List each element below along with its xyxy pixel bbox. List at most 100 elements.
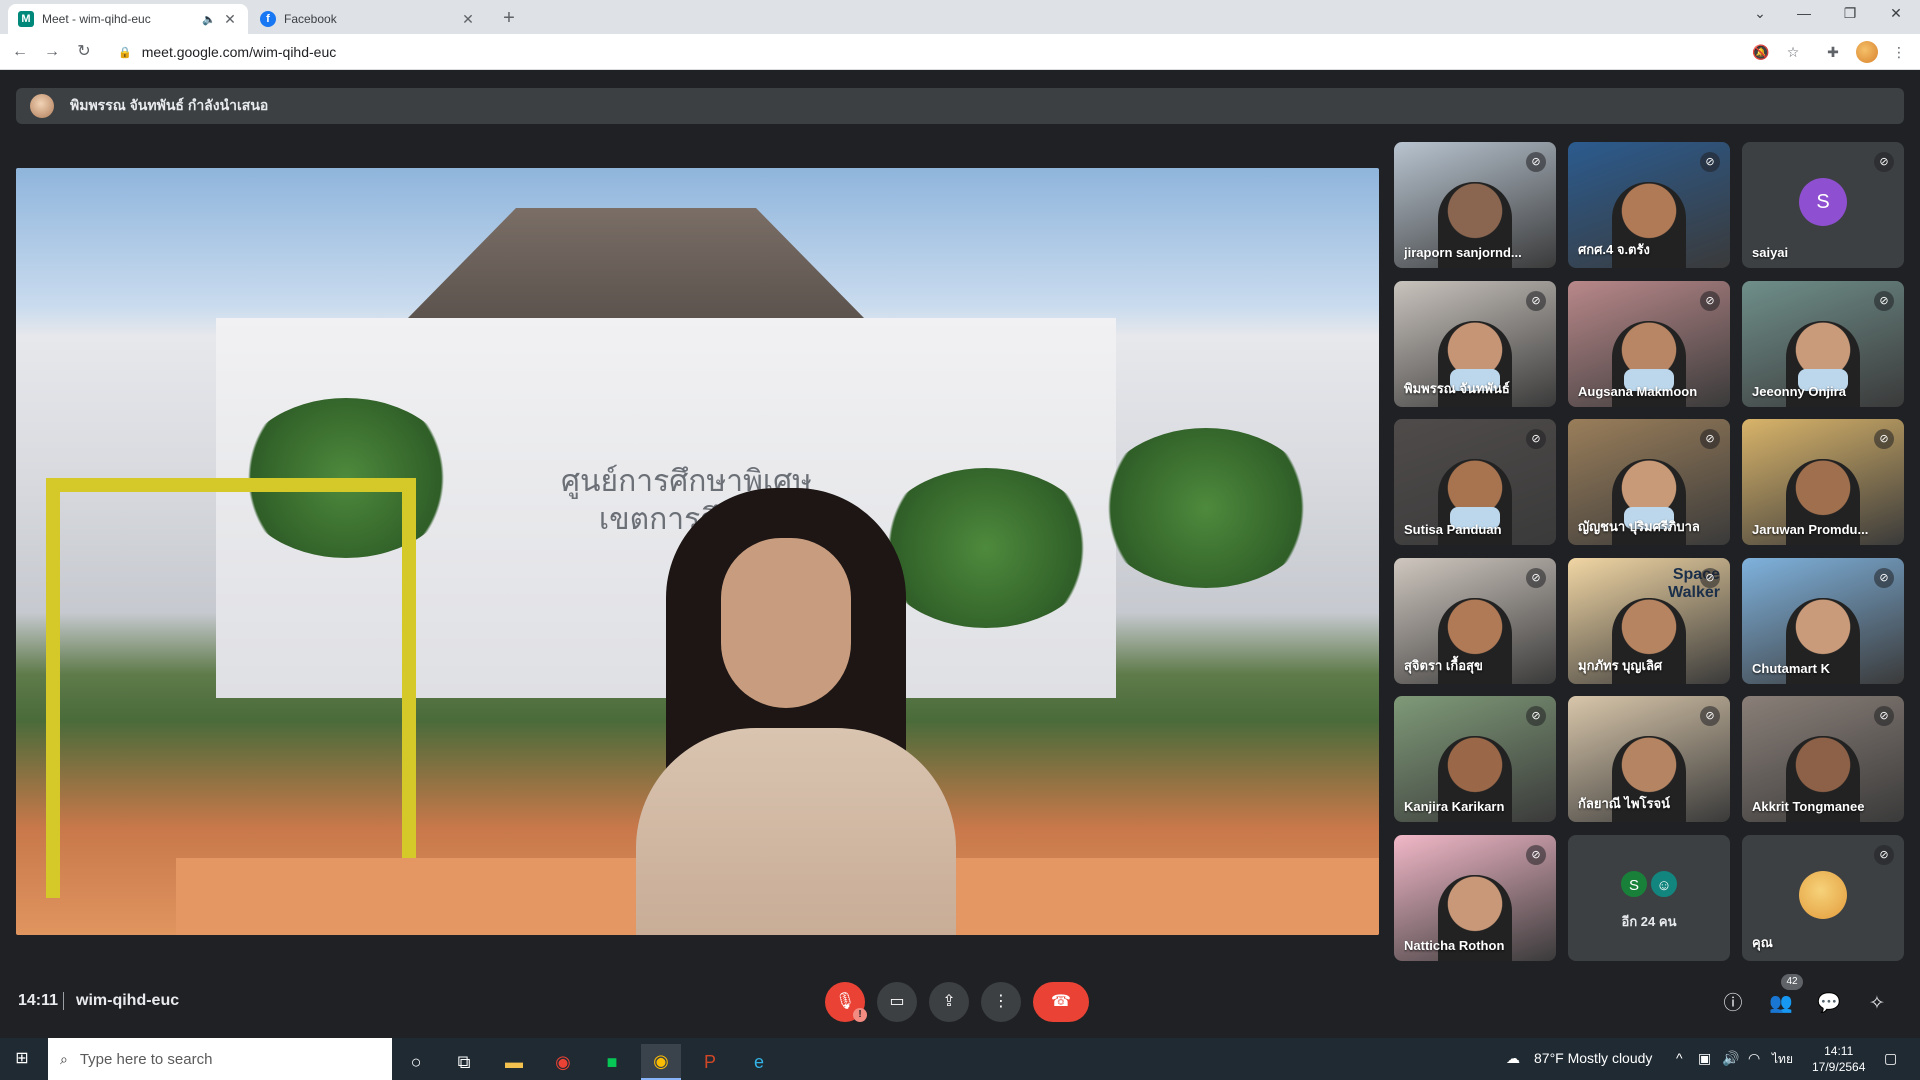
participant-tile[interactable]: ⊘ Sutisa Panduan [1394,419,1556,545]
powerpoint-icon[interactable]: P [690,1044,730,1080]
mic-off-icon: 🎙 [834,993,856,1010]
participant-name: Jaruwan Promdu... [1752,522,1869,537]
mic-toggle-button[interactable]: 🎙 ! [825,982,867,1022]
mic-off-icon: ⊘ [1874,291,1894,311]
participant-tile[interactable]: ⊘ Jeeonny Onjira [1742,281,1904,407]
url-text: meet.google.com/wim-qihd-euc [141,44,337,60]
participant-tile[interactable]: S ⊘ saiyai [1742,142,1904,268]
presenter-banner-text: พิมพรรณ จันทพันธ์ กำลังนำเสนอ [70,97,269,113]
notifications-icon[interactable]: ▢ [1884,1050,1897,1067]
camera-toggle-button[interactable]: ▭ [877,982,917,1022]
facebook-icon: f [260,11,276,27]
language-indicator[interactable]: ไทย [1772,1050,1793,1069]
chat-icon[interactable]: 💬 [1816,992,1842,1016]
menu-icon[interactable]: ⋮ [1888,42,1910,62]
chrome-active-icon[interactable]: ◉ [641,1044,681,1080]
more-options-button[interactable]: ⋮ [981,982,1021,1022]
participant-name: Sutisa Panduan [1404,522,1502,537]
participant-tile[interactable]: ⊘ jiraporn sanjornd... [1394,142,1556,268]
lock-icon[interactable]: 🔒 [118,46,132,59]
participant-name: Chutamart K [1752,661,1831,676]
close-window-button[interactable]: ✕ [1882,5,1910,22]
tab-facebook[interactable]: f Facebook ✕ [250,4,486,34]
mic-off-icon: ⊘ [1700,706,1720,726]
mic-off-icon: ⊘ [1526,706,1546,726]
volume-icon[interactable]: 🔊 [1722,1050,1739,1067]
extensions-icon[interactable]: ✚ [1822,42,1844,62]
reload-icon[interactable]: ↻ [74,42,94,62]
participant-tile[interactable]: ⊘ Natticha Rothon [1394,835,1556,961]
presenter-banner: พิมพรรณ จันทพันธ์ กำลังนำเสนอ [16,88,1904,124]
tab-search-icon[interactable]: ⌄ [1746,5,1774,22]
notifications-blocked-icon[interactable]: 🔕 [1750,42,1772,62]
wifi-icon[interactable]: ◠ [1748,1050,1760,1067]
participant-tile[interactable]: ⊘ Chutamart K [1742,558,1904,684]
participant-tile[interactable]: ⊘ ศกศ.4 จ.ตรัง [1568,142,1730,268]
meeting-details-icon[interactable]: ⓘ [1720,992,1746,1016]
participant-name: Jeeonny Onjira [1752,384,1846,399]
line-app-icon[interactable]: ■ [592,1044,632,1080]
participant-name: สุจิตรา เกื้อสุข [1404,658,1483,673]
activities-icon[interactable]: ✧ [1864,992,1890,1016]
close-tab-icon[interactable]: ✕ [222,11,238,27]
participant-tile[interactable]: ⊘ Akkrit Tongmanee [1742,696,1904,822]
taskbar-search-box[interactable]: ⌕ Type here to search [48,1038,392,1080]
minimize-button[interactable]: — [1790,5,1818,21]
network-icon[interactable]: ▣ [1698,1050,1711,1067]
main-presenter-video[interactable]: ศูนย์การศึกษาพิเศษ เขตการศึกษา [16,168,1379,935]
video-presenter-body [636,728,956,935]
participant-tile[interactable]: ⊘ กัลยาณี ไพโรจน์ [1568,696,1730,822]
participant-tile[interactable]: ⊘ Kanjira Karikarn [1394,696,1556,822]
participant-tile[interactable]: ⊘ Augsana Makmoon [1568,281,1730,407]
back-icon[interactable]: ← [10,42,30,62]
mic-off-icon: ⊘ [1874,429,1894,449]
participant-tile[interactable]: ⊘ ญัญชนา ปุริมศรีภิบาล [1568,419,1730,545]
edge-icon[interactable]: e [739,1044,779,1080]
participant-tile[interactable]: ⊘ สุจิตรา เกื้อสุข [1394,558,1556,684]
address-bar[interactable]: 🔒 meet.google.com/wim-qihd-euc [108,39,1748,65]
people-icon[interactable]: 👥 [1768,992,1794,1016]
meet-control-bar: 14:11 wim-qihd-euc 🎙 ! ▭ ⇪ ⋮ ☎ ⓘ 👥 42 💬 … [0,970,1920,1038]
windows-taskbar: ⊞ ⌕ Type here to search ○ ⧉ ▬ ◉ ■ ◉ P e … [0,1038,1920,1080]
file-explorer-icon[interactable]: ▬ [494,1044,534,1080]
close-tab-icon[interactable]: ✕ [460,11,476,27]
profile-avatar[interactable] [1856,41,1878,63]
restore-button[interactable]: ❐ [1836,5,1864,22]
participant-name: พิมพรรณ จันทพันธ์ [1404,381,1510,396]
participant-avatar: ☺ [1649,869,1679,899]
mic-off-icon: ⊘ [1700,568,1720,588]
windows-start-icon[interactable]: ⊞ [12,1049,32,1069]
participant-tile[interactable]: S ☺ อีก 24 คน [1568,835,1730,961]
meet-icon: M [18,11,34,27]
participant-tile[interactable]: ⊘ พิมพรรณ จันทพันธ์ [1394,281,1556,407]
tab-meet[interactable]: M Meet - wim-qihd-euc 🔈 ✕ [8,4,248,34]
participant-tile[interactable]: Space Walker ⊘ มุกภัทร บุญเลิศ [1568,558,1730,684]
chrome-icon[interactable]: ◉ [543,1044,583,1080]
mic-off-icon: ⊘ [1526,152,1546,172]
speaker-icon[interactable]: 🔈 [202,13,216,26]
cortana-icon[interactable]: ○ [396,1044,436,1080]
participant-tile[interactable]: ⊘ คุณ [1742,835,1904,961]
mic-off-icon: ⊘ [1700,429,1720,449]
more-participants-label: อีก 24 คน [1621,914,1677,929]
participant-tile[interactable]: ⊘ Jaruwan Promdu... [1742,419,1904,545]
new-tab-button[interactable]: + [498,7,520,29]
video-roof [408,208,864,318]
mic-off-icon: ⊘ [1874,568,1894,588]
bookmark-star-icon[interactable]: ☆ [1782,42,1804,62]
forward-icon[interactable]: → [42,42,62,62]
mic-off-icon: ⊘ [1526,845,1546,865]
taskbar-clock[interactable]: 14:11 17/9/2564 [1812,1043,1865,1075]
participant-name: คุณ [1752,935,1773,950]
mic-off-icon: ⊘ [1526,429,1546,449]
participant-name: ญัญชนา ปุริมศรีภิบาล [1578,519,1700,534]
weather-text[interactable]: 87°F Mostly cloudy [1534,1050,1652,1066]
mic-off-icon: ⊘ [1700,291,1720,311]
mic-off-icon: ⊘ [1700,152,1720,172]
weather-cloud-icon[interactable]: ☁ [1506,1050,1520,1067]
show-hidden-icons-icon[interactable]: ^ [1676,1050,1683,1066]
end-call-button[interactable]: ☎ [1033,982,1089,1022]
present-now-button[interactable]: ⇪ [929,982,969,1022]
taskbar-search-placeholder: Type here to search [79,1050,213,1068]
task-view-icon[interactable]: ⧉ [444,1044,484,1080]
